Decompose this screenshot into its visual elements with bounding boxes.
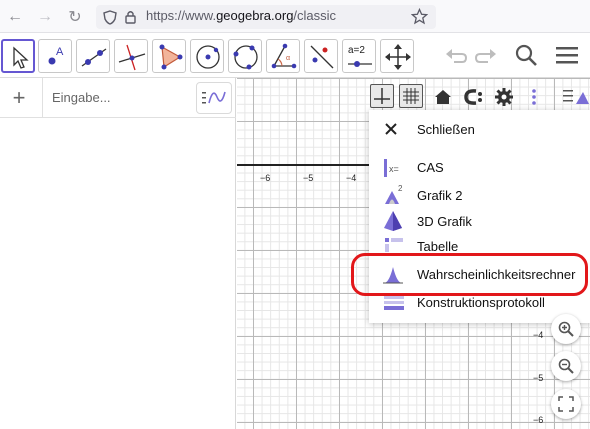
lock-icon: [125, 11, 136, 24]
graphics2-icon: 2: [385, 184, 403, 204]
point-icon: A: [48, 46, 64, 65]
fullscreen-icon: [558, 396, 574, 412]
zoom-in-button[interactable]: [551, 314, 581, 344]
axes-icon: [374, 88, 390, 104]
shield-icon: [103, 10, 117, 25]
menu-item-graphics-2[interactable]: 2 Grafik 2: [369, 183, 590, 207]
line-tool-button[interactable]: [76, 39, 110, 73]
grid-icon: [403, 88, 419, 104]
angle-tool-button[interactable]: α: [266, 39, 300, 73]
forward-arrow-icon[interactable]: →: [34, 6, 56, 28]
svg-text:α: α: [286, 55, 290, 62]
x-tick-label: −6: [260, 173, 271, 183]
y-tick-label: −5: [533, 373, 544, 383]
red-highlight-annotation: [351, 253, 588, 296]
menu-item-cas[interactable]: x= CAS: [369, 156, 590, 180]
home-icon[interactable]: [433, 87, 453, 107]
reflect-line-icon: [310, 45, 334, 69]
url-text: https://www.geogebra.org/classic: [146, 8, 336, 23]
url-path: /classic: [293, 8, 337, 23]
cursor-arrow-icon: [13, 46, 29, 69]
view-menu-icon[interactable]: [560, 86, 590, 108]
circle-center-point-icon: [196, 45, 220, 69]
slider-tool-button[interactable]: a=2: [342, 39, 376, 73]
menu-item-label: Tabelle: [417, 239, 459, 252]
point-capturing-icon[interactable]: [462, 87, 484, 107]
move-tool-button[interactable]: [1, 39, 35, 73]
menu-item-label: Konstruktionsprotokoll: [417, 295, 545, 310]
move-graphics-view-icon: [385, 44, 411, 70]
svg-text:A: A: [56, 46, 64, 58]
line-icon: [81, 48, 107, 67]
algebra-style-button[interactable]: [196, 82, 232, 114]
zoom-out-icon: [558, 358, 574, 374]
conic-tool-button[interactable]: [228, 39, 262, 73]
3d-graphics-icon: [384, 211, 402, 231]
polygon-tool-button[interactable]: [152, 39, 186, 73]
menu-item-label: 3D Grafik: [417, 214, 472, 229]
add-input-plus-icon[interactable]: +: [6, 84, 32, 112]
menu-item-spreadsheet[interactable]: Tabelle: [369, 236, 590, 252]
fullscreen-button[interactable]: [551, 389, 581, 419]
algebra-input-field[interactable]: Eingabe...: [52, 90, 111, 105]
slider-label: a=2: [348, 45, 365, 56]
more-options-icon[interactable]: [530, 87, 538, 107]
circle-tool-button[interactable]: [190, 39, 224, 73]
redo-icon[interactable]: [474, 44, 498, 66]
menu-close-label[interactable]: Schließen: [417, 122, 475, 137]
undo-icon[interactable]: [444, 44, 468, 66]
zoom-out-button[interactable]: [551, 351, 581, 381]
x-tick-label: −4: [346, 173, 357, 183]
input-divider: [42, 78, 43, 118]
algebra-view: [0, 78, 236, 429]
settings-gear-icon[interactable]: [493, 86, 515, 108]
reload-icon[interactable]: ↻: [64, 6, 86, 28]
reflect-tool-button[interactable]: [304, 39, 338, 73]
back-arrow-icon[interactable]: ←: [4, 6, 26, 28]
search-icon[interactable]: [514, 43, 538, 67]
point-tool-button[interactable]: A: [38, 39, 72, 73]
toggle-axes-button[interactable]: [370, 84, 394, 108]
menu-item-3d-graphics[interactable]: 3D Grafik: [369, 209, 590, 233]
menu-item-label: Grafik 2: [417, 188, 463, 203]
zoom-in-icon: [558, 321, 574, 337]
close-icon[interactable]: [384, 122, 398, 136]
polygon-icon: [159, 44, 183, 70]
move-view-tool-button[interactable]: [380, 39, 414, 73]
algebra-view-style-icon: [202, 91, 226, 104]
perpendicular-tool-button[interactable]: [114, 39, 148, 73]
svg-text:x=: x=: [389, 164, 399, 174]
spreadsheet-icon: [385, 238, 403, 252]
x-tick-label: −5: [303, 173, 314, 183]
toggle-grid-button[interactable]: [399, 84, 423, 108]
url-prefix: https://www.: [146, 8, 217, 23]
circle-through-points-icon: [233, 45, 258, 70]
construction-protocol-icon: [384, 296, 404, 310]
bookmark-star-icon[interactable]: [411, 8, 428, 25]
angle-icon: α: [271, 43, 297, 69]
svg-text:2: 2: [398, 184, 403, 193]
y-tick-label: −4: [533, 330, 544, 340]
menu-item-construction-protocol[interactable]: Konstruktionsprotokoll: [369, 294, 590, 318]
y-tick-label: −6: [533, 415, 544, 425]
cas-icon: x=: [384, 159, 399, 177]
perpendicular-line-icon: [118, 44, 146, 71]
main-menu-icon[interactable]: [556, 45, 578, 65]
menu-item-label: CAS: [417, 160, 444, 175]
url-host: geogebra.org: [216, 8, 294, 23]
